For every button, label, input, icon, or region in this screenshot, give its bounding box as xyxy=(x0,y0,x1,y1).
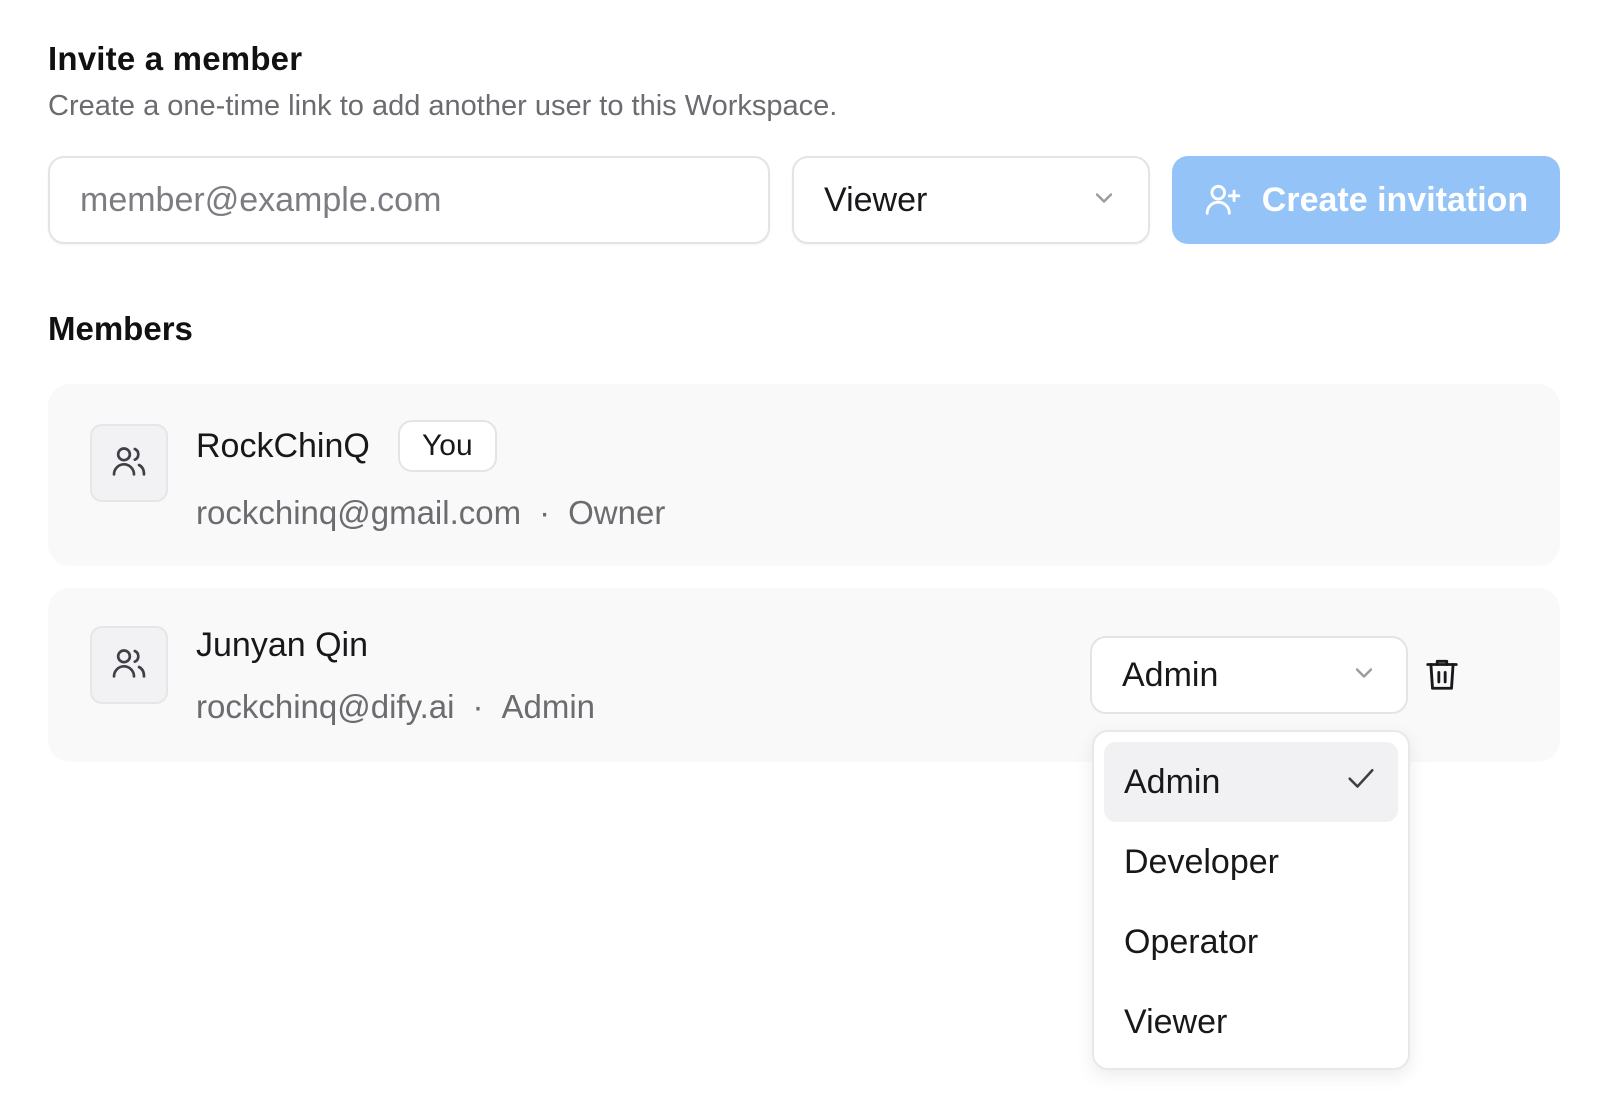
role-option-developer[interactable]: Developer xyxy=(1104,822,1398,902)
member-name: RockChinQ xyxy=(196,427,370,465)
separator-dot: · xyxy=(539,494,551,531)
role-dropdown-menu: Admin Developer Operator Viewer xyxy=(1092,730,1410,1070)
member-role: Owner xyxy=(568,494,666,531)
role-option-operator[interactable]: Operator xyxy=(1104,902,1398,982)
member-role-select-value: Admin xyxy=(1122,655,1219,694)
members-settings-page: Invite a member Create a one-time link t… xyxy=(0,0,1600,1113)
role-option-viewer[interactable]: Viewer xyxy=(1104,982,1398,1062)
member-meta: rockchinq@dify.ai · Admin xyxy=(196,688,595,726)
create-invitation-button[interactable]: Create invitation xyxy=(1172,156,1560,244)
users-icon xyxy=(109,643,149,688)
users-icon xyxy=(109,441,149,486)
invite-title: Invite a member xyxy=(48,40,303,77)
invite-role-value: Viewer xyxy=(824,180,928,219)
member-role: Admin xyxy=(501,688,596,725)
invite-role-select[interactable]: Viewer xyxy=(792,156,1150,244)
separator-dot: · xyxy=(472,688,484,725)
avatar xyxy=(90,626,168,704)
member-role-select[interactable]: Admin xyxy=(1090,636,1408,714)
create-invitation-label: Create invitation xyxy=(1261,180,1529,219)
email-input[interactable] xyxy=(48,156,770,244)
members-title: Members xyxy=(48,310,193,347)
role-option-label: Admin xyxy=(1124,762,1221,801)
delete-member-button[interactable] xyxy=(1416,650,1468,702)
role-option-label: Developer xyxy=(1124,842,1279,881)
avatar xyxy=(90,424,168,502)
role-option-label: Viewer xyxy=(1124,1002,1228,1041)
invite-subtitle: Create a one-time link to add another us… xyxy=(48,90,838,122)
member-name: Junyan Qin xyxy=(196,626,368,664)
member-card: RockChinQ You rockchinq@gmail.com · Owne… xyxy=(48,384,1560,566)
member-email: rockchinq@dify.ai xyxy=(196,688,455,725)
user-plus-icon xyxy=(1204,180,1242,221)
role-option-admin[interactable]: Admin xyxy=(1104,742,1398,822)
check-icon xyxy=(1344,761,1378,804)
chevron-down-icon xyxy=(1350,659,1378,692)
member-email: rockchinq@gmail.com xyxy=(196,494,522,531)
role-option-label: Operator xyxy=(1124,922,1259,961)
you-badge: You xyxy=(398,420,497,472)
chevron-down-icon xyxy=(1090,184,1118,217)
member-meta: rockchinq@gmail.com · Owner xyxy=(196,494,665,532)
trash-icon xyxy=(1423,655,1461,698)
